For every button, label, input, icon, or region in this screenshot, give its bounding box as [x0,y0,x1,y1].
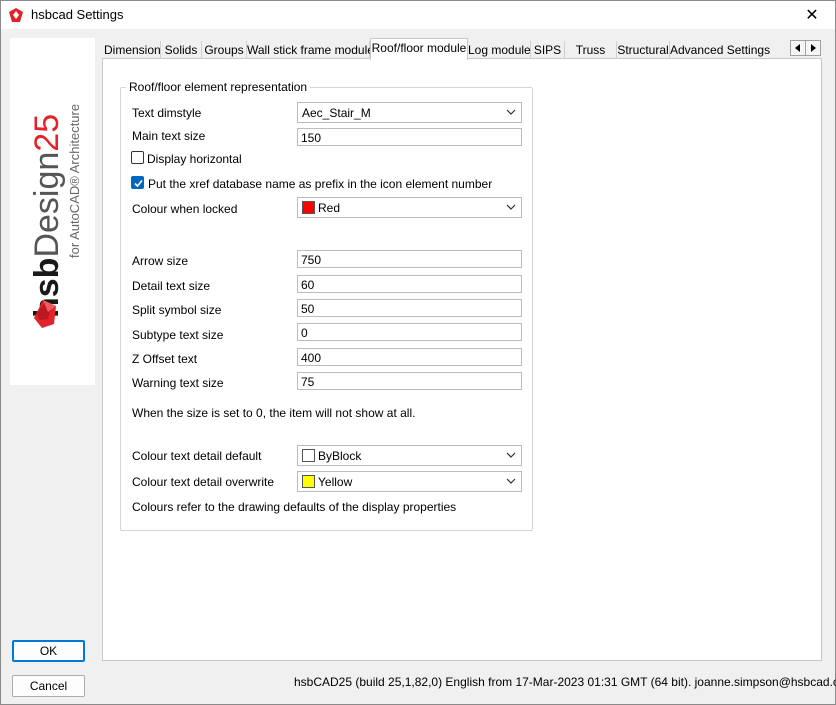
checkmark-icon [134,179,143,188]
display-horizontal-label: Display horizontal [147,152,242,166]
groupbox-title: Roof/floor element representation [126,80,311,94]
brand-panel: hsbDesign25 for AutoCAD® Architecture [10,38,95,385]
tab-structural[interactable]: Structural [617,41,670,59]
yellow-swatch [302,475,315,488]
tab-groups[interactable]: Groups [202,41,247,59]
tab-dimension[interactable]: Dimension [104,41,161,59]
status-bar-text: hsbCAD25 (build 25,1,82,0) English from … [294,675,836,689]
warning-text-size-input[interactable]: 75 [297,372,522,390]
arrow-size-input[interactable]: 750 [297,250,522,268]
chevron-down-icon [506,109,516,115]
text-dimstyle-select[interactable]: Aec_Stair_M [297,102,522,123]
xref-prefix-checkbox[interactable] [131,176,144,189]
red-swatch [302,201,315,214]
colour-locked-label: Colour when locked [132,202,238,216]
display-horizontal-checkbox[interactable] [131,151,144,164]
tab-scroll-right-button[interactable] [805,40,821,56]
tab-solids[interactable]: Solids [161,41,202,59]
colour-detail-default-select[interactable]: ByBlock [297,445,522,466]
tab-scroll-left-button[interactable] [790,40,806,56]
colour-locked-select[interactable]: Red [297,197,522,218]
main-text-size-input[interactable]: 150 [297,128,522,146]
chevron-down-icon [506,204,516,210]
title-bar: hsbcad Settings ✕ [1,1,835,29]
detail-text-size-input[interactable]: 60 [297,275,522,293]
arrow-right-icon [811,44,816,52]
z-offset-text-label: Z Offset text [132,352,198,366]
svg-text:for AutoCAD® Architecture: for AutoCAD® Architecture [67,104,82,258]
colour-detail-default-label: Colour text detail default [132,449,262,463]
tab-truss[interactable]: Truss [565,41,617,59]
colours-note: Colours refer to the drawing defaults of… [132,500,457,514]
tab-log-module[interactable]: Log module [468,41,531,59]
close-icon: ✕ [805,7,819,24]
close-button[interactable]: ✕ [789,1,835,29]
arrow-left-icon [795,44,800,52]
split-symbol-size-label: Split symbol size [132,303,222,317]
xref-prefix-label: Put the xref database name as prefix in … [148,177,493,191]
text-dimstyle-label: Text dimstyle [132,106,202,120]
arrow-size-label: Arrow size [132,254,189,268]
z-offset-text-input[interactable]: 400 [297,348,522,366]
size-note: When the size is set to 0, the item will… [132,406,416,420]
hsbdesign-logo: hsbDesign25 for AutoCAD® Architecture [28,104,82,328]
subtype-text-size-input[interactable]: 0 [297,323,522,341]
ok-button[interactable]: OK [12,640,85,662]
hsbcad-app-icon [9,8,23,22]
detail-text-size-label: Detail text size [132,279,211,293]
split-symbol-size-input[interactable]: 50 [297,299,522,317]
subtype-text-size-label: Subtype text size [132,328,224,342]
chevron-down-icon [506,452,516,458]
svg-text:hsbDesign25: hsbDesign25 [28,114,66,318]
main-text-size-label: Main text size [132,129,206,143]
settings-window: hsbcad Settings ✕ hsbDesign25 for AutoCA… [0,0,836,705]
byblock-swatch [302,449,315,462]
tab-sips[interactable]: SIPS [531,41,565,59]
tab-wall-stick-frame-module[interactable]: Wall stick frame module [247,41,374,59]
tab-advanced-settings[interactable]: Advanced Settings [670,41,770,59]
cancel-button[interactable]: Cancel [12,675,85,697]
window-title: hsbcad Settings [31,7,124,22]
chevron-down-icon [506,478,516,484]
colour-detail-overwrite-select[interactable]: Yellow [297,471,522,492]
colour-detail-overwrite-label: Colour text detail overwrite [132,475,275,489]
tab-roof-floor-module[interactable]: Roof/floor module [370,38,468,60]
warning-text-size-label: Warning text size [132,376,224,390]
